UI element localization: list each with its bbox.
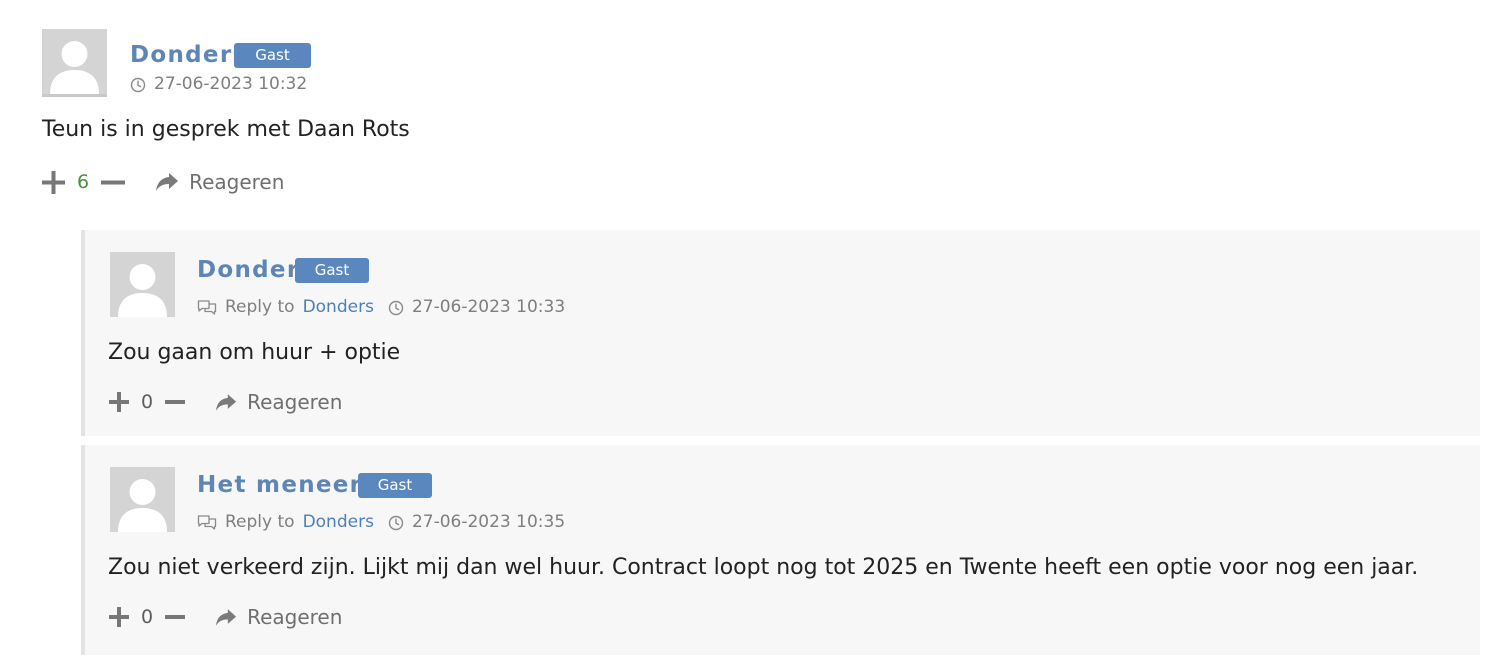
default-avatar-icon — [42, 29, 107, 94]
comment-meta: 27-06-2023 10:32 — [130, 76, 307, 93]
comment-actions: 6 Reageren — [42, 170, 284, 194]
minus-icon[interactable] — [165, 392, 186, 412]
clock-icon — [388, 515, 404, 531]
comment-section: Donders Gast 27-06-2023 10:32 Teun is in… — [0, 0, 1488, 659]
comment-text: Teun is in gesprek met Daan Rots — [42, 117, 410, 142]
share-arrow-icon — [155, 172, 179, 192]
plus-icon[interactable] — [109, 607, 129, 627]
comment-author[interactable]: Donders — [130, 44, 247, 67]
avatar — [110, 467, 175, 532]
clock-icon — [388, 300, 404, 316]
comment-text: Zou niet verkeerd zijn. Lijkt mij dan we… — [108, 555, 1419, 580]
plus-icon[interactable] — [42, 170, 65, 194]
minus-icon[interactable] — [165, 607, 186, 627]
reply-button[interactable]: Reageren — [215, 605, 342, 629]
reply-comment: Donders Gast Reply to Donders 27-06-2023… — [81, 230, 1480, 436]
share-arrow-icon — [215, 608, 237, 627]
reply-target-link[interactable]: Donders — [303, 514, 374, 531]
reply-button[interactable]: Reageren — [155, 170, 284, 194]
share-arrow-icon — [215, 393, 237, 412]
comment-meta: Reply to Donders 27-06-2023 10:35 — [197, 514, 565, 531]
avatar — [42, 29, 107, 97]
guest-badge: Gast — [234, 43, 311, 68]
minus-icon[interactable] — [101, 171, 126, 194]
default-avatar-icon — [110, 467, 175, 532]
comment-actions: 0 Reageren — [109, 605, 342, 629]
comment-timestamp: 27-06-2023 10:33 — [411, 297, 566, 317]
chat-bubbles-icon — [197, 514, 217, 531]
comment-timestamp: 27-06-2023 10:35 — [411, 512, 566, 532]
reply-label: Reageren — [247, 390, 343, 414]
reply-comment: Het meneertje Gast Reply to Donders 27-0… — [81, 445, 1480, 655]
guest-badge: Gast — [295, 258, 369, 283]
plus-icon[interactable] — [109, 392, 129, 412]
comment-text: Zou gaan om huur + optie — [108, 340, 401, 365]
guest-badge: Gast — [358, 473, 432, 498]
comment-meta: Reply to Donders 27-06-2023 10:33 — [197, 299, 565, 316]
vote-count: 0 — [141, 605, 154, 628]
vote-count: 6 — [77, 170, 90, 193]
reply-prefix: Reply to — [225, 512, 295, 532]
avatar — [110, 252, 175, 317]
comment-actions: 0 Reageren — [109, 390, 342, 414]
vote-count: 0 — [141, 390, 154, 413]
comment-timestamp: 27-06-2023 10:32 — [154, 74, 308, 94]
default-avatar-icon — [110, 252, 175, 317]
clock-icon — [130, 77, 146, 93]
chat-bubbles-icon — [197, 299, 217, 316]
reply-label: Reageren — [189, 170, 285, 194]
reply-button[interactable]: Reageren — [215, 390, 342, 414]
reply-label: Reageren — [247, 605, 343, 629]
reply-prefix: Reply to — [225, 297, 295, 317]
reply-target-link[interactable]: Donders — [303, 299, 374, 316]
